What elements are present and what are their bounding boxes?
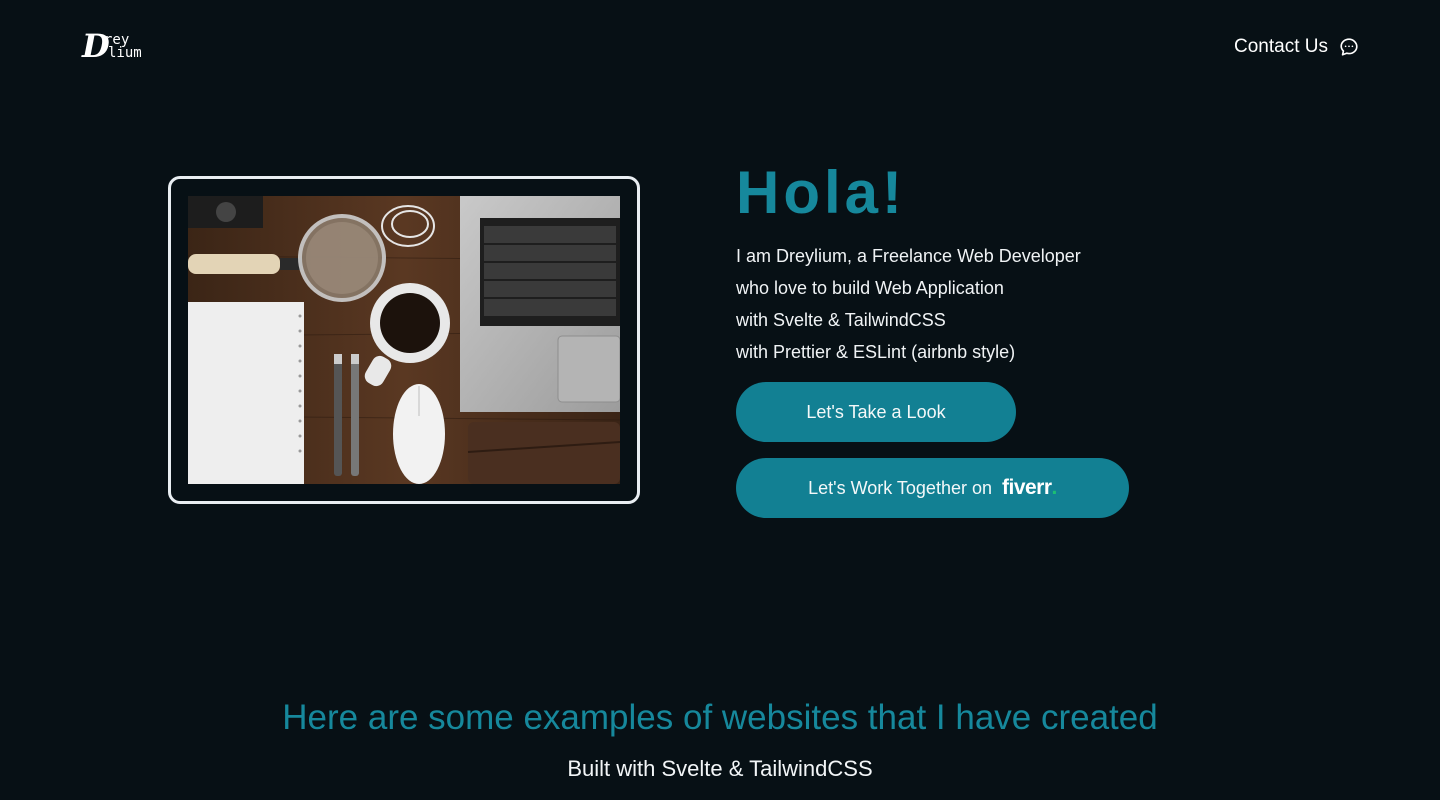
hero-heading: Hola! bbox=[736, 159, 906, 226]
hero-text: Hola! I am Dreylium, a Freelance Web Dev… bbox=[736, 156, 1296, 368]
logo-line-2: lium bbox=[108, 45, 142, 61]
fiverr-logo-dot: . bbox=[1051, 476, 1058, 499]
hero-image bbox=[188, 196, 620, 484]
examples-subtitle: Built with Svelte & TailwindCSS bbox=[567, 756, 873, 781]
chat-bubble-icon bbox=[1338, 36, 1360, 58]
examples-title: Here are some examples of websites that … bbox=[282, 698, 1158, 737]
contact-us-link[interactable]: Contact Us bbox=[1234, 36, 1360, 58]
hero-image-frame bbox=[168, 176, 640, 504]
take-a-look-button[interactable]: Let's Take a Look bbox=[736, 382, 1016, 442]
fiverr-logo: fiverr. bbox=[1002, 476, 1057, 500]
desk-photo-illustration bbox=[188, 196, 620, 484]
fiverr-button-label: Let's Work Together on bbox=[808, 477, 992, 498]
hero-intro: I am Dreylium, a Freelance Web Developer… bbox=[736, 240, 1296, 368]
contact-us-label: Contact Us bbox=[1234, 36, 1328, 57]
fiverr-logo-text: fiverr bbox=[1002, 476, 1052, 499]
fiverr-button[interactable]: Let's Work Together on fiverr. bbox=[736, 458, 1129, 518]
logo[interactable]: D rey lium bbox=[82, 30, 154, 66]
intro-line: with Prettier & ESLint (airbnb style) bbox=[736, 342, 1016, 362]
intro-line: I am Dreylium, a Freelance Web Developer bbox=[736, 246, 1081, 266]
intro-line: who love to build Web Application bbox=[736, 278, 1004, 298]
page: D rey lium Contact Us Hola! I am Dreyliu… bbox=[0, 0, 1440, 800]
intro-line: with Svelte & TailwindCSS bbox=[736, 310, 946, 330]
